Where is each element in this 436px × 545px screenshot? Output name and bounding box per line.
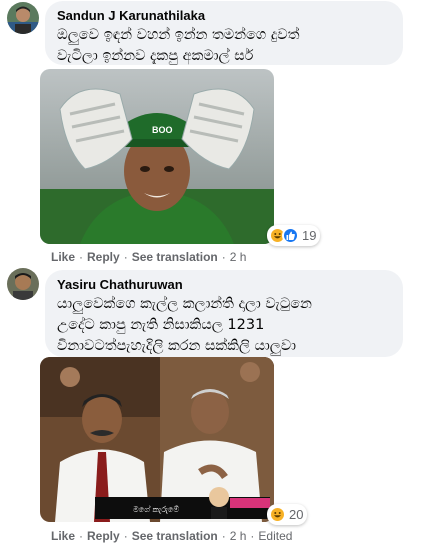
comment-photo[interactable]: මගේ කැරුමේ [40, 357, 274, 522]
comment-photo[interactable]: BOO [40, 69, 274, 244]
comment-bubble: Yasiru Chathuruwan යාලුවෙක්ගෙ කැල්ල කලාන… [45, 270, 403, 357]
haha-icon [269, 506, 286, 523]
comment-actions: Like · Reply · See translation · 2 h [51, 250, 247, 264]
reply-action[interactable]: Reply [87, 529, 120, 543]
comment-2: Yasiru Chathuruwan යාලුවෙක්ගෙ කැල්ල කලාන… [0, 265, 436, 545]
photo-caption: මගේ කැරුමේ [133, 504, 179, 514]
reaction-count: 20 [289, 507, 304, 522]
comment-actions: Like · Reply · See translation · 2 h · Edited [51, 529, 293, 543]
avatar[interactable] [7, 268, 39, 300]
comment-bubble: Sandun J Karunathilaka ඔලුවෙ ඉඳන් වහන් ඉ… [45, 1, 403, 65]
avatar[interactable] [7, 2, 39, 34]
comment-1: Sandun J Karunathilaka ඔලුවෙ ඉඳන් වහන් ඉ… [0, 0, 436, 270]
reactions-summary[interactable]: 20 [267, 504, 308, 525]
svg-text:BOO: BOO [152, 125, 173, 135]
see-translation-action[interactable]: See translation [132, 529, 218, 543]
see-translation-action[interactable]: See translation [132, 250, 218, 264]
like-action[interactable]: Like [51, 529, 75, 543]
comment-timestamp[interactable]: 2 h [230, 250, 247, 264]
meme-photo-cricket-keeper: BOO [40, 69, 274, 244]
reactions-summary[interactable]: 19 [267, 225, 321, 246]
comment-text: යාලුවෙක්ගෙ කැල්ල කලාන්ති දාලා වැටුනෙ උදේ… [57, 296, 312, 354]
comment-author[interactable]: Sandun J Karunathilaka [57, 8, 391, 24]
like-icon [282, 227, 299, 244]
like-action[interactable]: Like [51, 250, 75, 264]
comment-text: ඔලුවෙ ඉඳන් වහන් ඉන්න තමන්ගෙ දුවත් වැටිලා… [57, 27, 300, 64]
reply-action[interactable]: Reply [87, 250, 120, 264]
comment-timestamp[interactable]: 2 h [230, 529, 247, 543]
edited-label[interactable]: Edited [258, 529, 292, 543]
comment-author[interactable]: Yasiru Chathuruwan [57, 277, 391, 293]
reaction-count: 19 [302, 228, 317, 243]
meme-photo-politicians: මගේ කැරුමේ [40, 357, 274, 522]
